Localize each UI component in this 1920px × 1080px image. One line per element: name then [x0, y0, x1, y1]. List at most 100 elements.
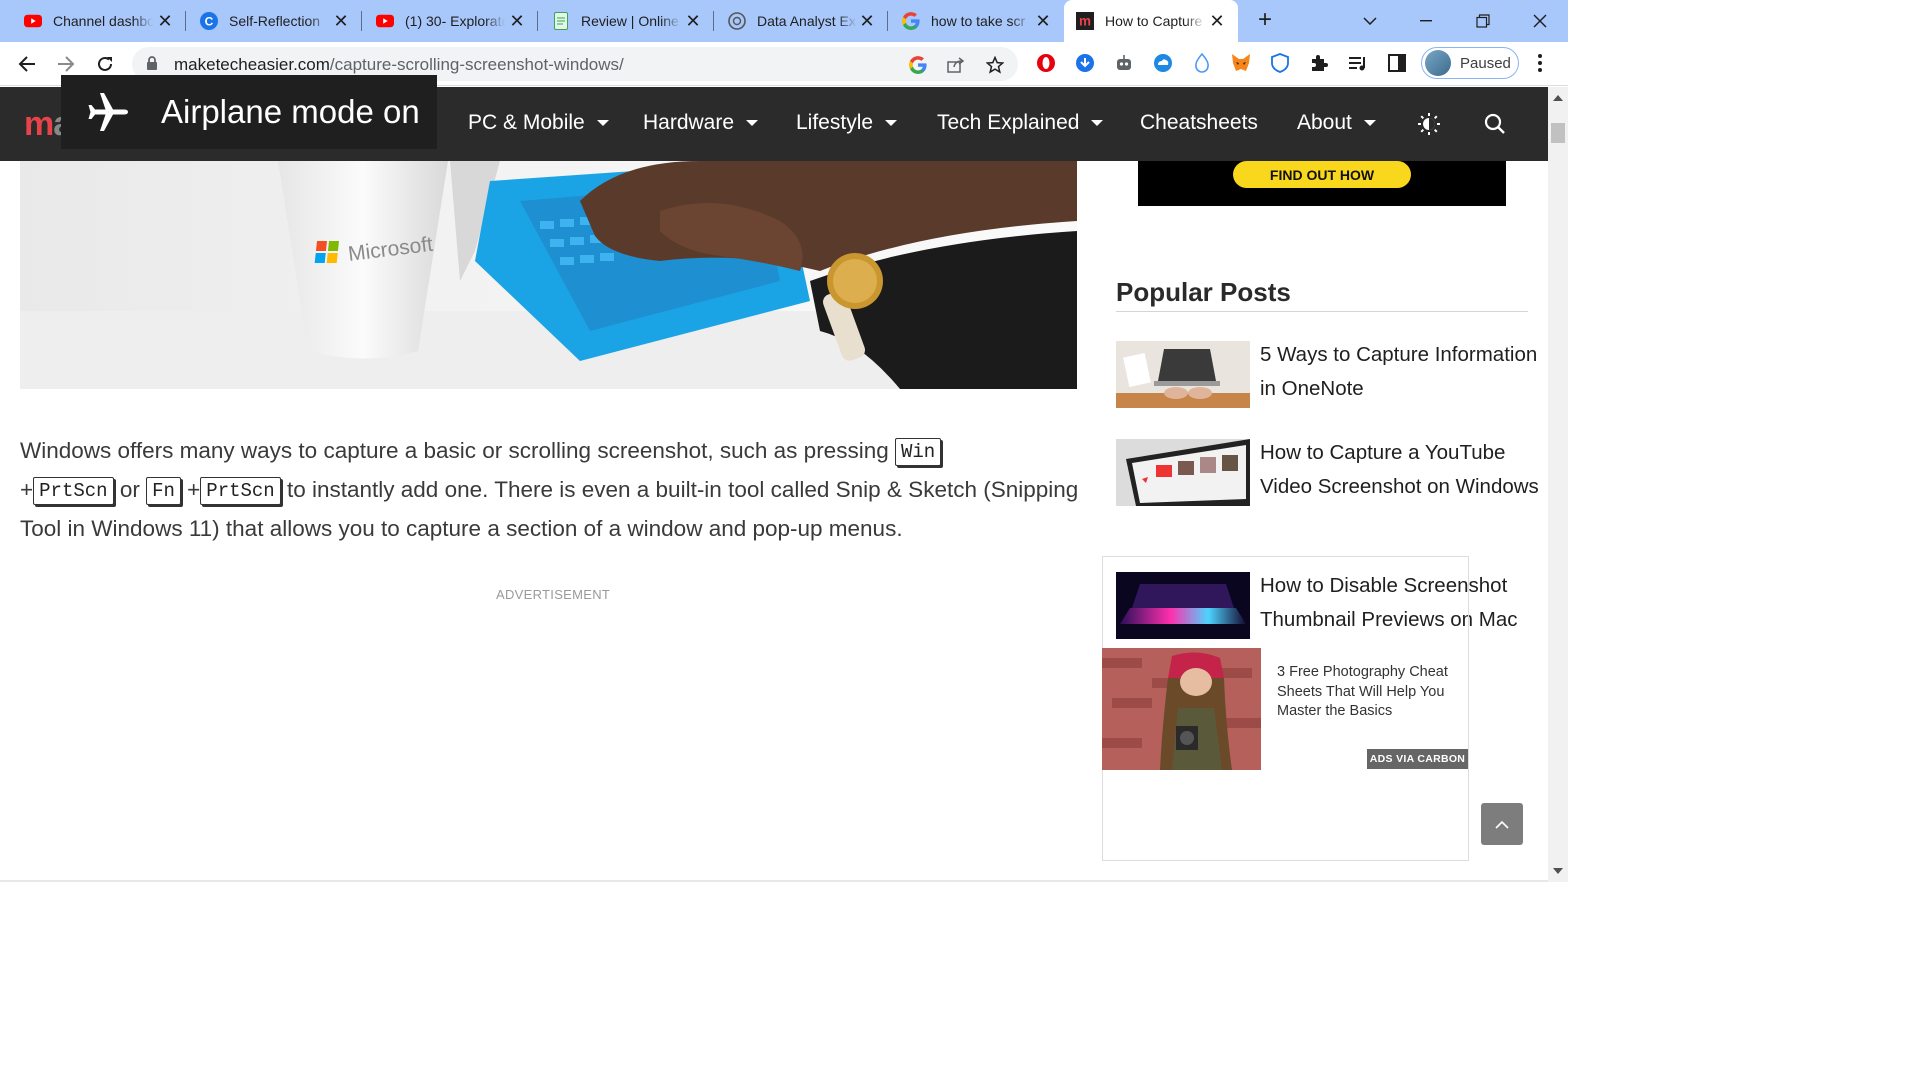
- dark-mode-toggle-icon[interactable]: [1417, 112, 1441, 136]
- shield-ext-icon[interactable]: [1269, 52, 1291, 74]
- close-window-icon[interactable]: [1512, 0, 1568, 42]
- close-tab-icon[interactable]: ✕: [1034, 12, 1052, 30]
- google-icon: [902, 12, 920, 30]
- nav-about[interactable]: About: [1297, 111, 1376, 135]
- google-lens-icon[interactable]: [908, 55, 928, 75]
- svg-text:C: C: [205, 15, 214, 29]
- scroll-down-arrow-icon[interactable]: [1553, 868, 1563, 874]
- side-panel-icon[interactable]: [1386, 52, 1408, 74]
- or-text: or: [113, 477, 147, 502]
- chrome-menu-icon[interactable]: [1530, 52, 1550, 74]
- opera-ext-icon[interactable]: [1035, 52, 1057, 74]
- close-tab-icon[interactable]: ✕: [156, 12, 174, 30]
- find-out-how-button[interactable]: FIND OUT HOW: [1233, 161, 1411, 188]
- robot-ext-icon[interactable]: [1113, 52, 1135, 74]
- post-title[interactable]: 5 Ways to Capture Information in OneNote: [1260, 338, 1540, 406]
- search-icon[interactable]: [1483, 112, 1507, 136]
- tab-title: How to Capture: [1105, 13, 1203, 29]
- page-scrollbar[interactable]: [1548, 87, 1568, 882]
- mte-icon: m: [1076, 12, 1094, 30]
- post-title[interactable]: How to Capture a YouTube Video Screensho…: [1260, 436, 1540, 504]
- tab-title: how to take scr: [931, 13, 1026, 29]
- key-prtscn: PrtScn: [33, 477, 114, 505]
- media-queue-icon[interactable]: [1347, 52, 1369, 74]
- svg-text:m: m: [1079, 14, 1091, 29]
- bookmark-star-icon[interactable]: [985, 55, 1005, 75]
- extensions-puzzle-icon[interactable]: [1308, 52, 1330, 74]
- back-to-top-button[interactable]: [1481, 803, 1523, 845]
- share-icon[interactable]: [946, 55, 966, 75]
- article-paragraph: Windows offers many ways to capture a ba…: [20, 431, 1080, 548]
- nav-cheatsheets[interactable]: Cheatsheets: [1140, 111, 1258, 135]
- chatgpt-icon: [728, 12, 746, 30]
- scrollbar-thumb[interactable]: [1551, 123, 1565, 143]
- carbon-ad-image[interactable]: [1102, 648, 1261, 770]
- nav-pc-mobile[interactable]: PC & Mobile: [468, 111, 609, 135]
- reload-icon[interactable]: [91, 50, 119, 78]
- tab-search-icon[interactable]: [1342, 0, 1398, 42]
- cloud-ext-icon[interactable]: [1152, 52, 1174, 74]
- nav-label: Lifestyle: [796, 111, 874, 134]
- bottom-edge: [0, 880, 1548, 882]
- tab-channel-dashboard[interactable]: Channel dashboard ✕: [0, 0, 186, 42]
- plus-sign: +: [20, 477, 34, 502]
- youtube-icon: [24, 12, 42, 30]
- nav-label: Hardware: [643, 111, 735, 134]
- close-tab-icon[interactable]: ✕: [1208, 12, 1226, 30]
- nav-label: Cheatsheets: [1140, 111, 1258, 134]
- nav-hardware[interactable]: Hardware: [643, 111, 759, 135]
- post-thumbnail[interactable]: [1116, 439, 1250, 506]
- nav-lifestyle[interactable]: Lifestyle: [796, 111, 898, 135]
- close-tab-icon[interactable]: ✕: [332, 12, 350, 30]
- tab-review-online[interactable]: Review | Online ✕: [538, 0, 714, 42]
- tab-how-to-capture[interactable]: m How to Capture ✕: [1064, 0, 1238, 42]
- post-thumbnail[interactable]: [1116, 341, 1250, 408]
- chevron-up-icon: [1495, 820, 1509, 829]
- minimize-icon[interactable]: [1398, 0, 1454, 42]
- carbon-ad-text[interactable]: 3 Free Photography Cheat Sheets That Wil…: [1277, 663, 1462, 722]
- caret-down-icon: [885, 120, 898, 126]
- close-tab-icon[interactable]: ✕: [858, 12, 876, 30]
- nav-label: About: [1297, 111, 1352, 134]
- popular-posts-heading: Popular Posts: [1116, 277, 1291, 307]
- paragraph-text: Windows offers many ways to capture a ba…: [20, 438, 895, 463]
- restore-icon[interactable]: [1455, 0, 1511, 42]
- caret-down-icon: [1363, 120, 1376, 126]
- close-tab-icon[interactable]: ✕: [684, 12, 702, 30]
- sidebar-top-ad[interactable]: FIND OUT HOW: [1138, 161, 1506, 206]
- close-tab-icon[interactable]: ✕: [508, 12, 526, 30]
- caret-down-icon: [596, 120, 609, 126]
- profile-button[interactable]: Paused: [1421, 47, 1519, 79]
- metamask-ext-icon[interactable]: [1230, 52, 1252, 74]
- new-tab-icon[interactable]: +: [1252, 8, 1278, 34]
- droplet-ext-icon[interactable]: [1191, 52, 1213, 74]
- article-hero-image: Microsoft: [20, 161, 1077, 389]
- advertisement-label: ADVERTISEMENT: [496, 587, 611, 602]
- tab-exploratory[interactable]: (1) 30- Exploratory ✕: [362, 0, 538, 42]
- tab-title: (1) 30- Exploratory: [405, 13, 505, 29]
- c-logo-icon: C: [200, 12, 218, 30]
- plus-sign: +: [187, 477, 201, 502]
- back-icon[interactable]: [13, 50, 41, 78]
- key-fn: Fn: [146, 477, 181, 505]
- tab-title: Data Analyst Ex: [757, 13, 856, 29]
- download-ext-icon[interactable]: [1074, 52, 1096, 74]
- scroll-up-arrow-icon[interactable]: [1553, 95, 1563, 101]
- youtube-icon: [376, 12, 394, 30]
- url-domain: maketecheasier.com: [174, 55, 330, 74]
- tab-title: Self-Reflection: [229, 13, 321, 29]
- nav-label: Tech Explained: [937, 111, 1080, 134]
- caret-down-icon: [1091, 120, 1104, 126]
- tab-self-reflection[interactable]: C Self-Reflection ✕: [186, 0, 362, 42]
- tab-data-analyst[interactable]: Data Analyst Ex ✕: [714, 0, 888, 42]
- airplane-mode-toast: Airplane mode on: [61, 75, 437, 149]
- nav-tech-explained[interactable]: Tech Explained: [937, 111, 1104, 135]
- forward-icon[interactable]: [52, 50, 80, 78]
- tab-google-search[interactable]: how to take scr ✕: [888, 0, 1064, 42]
- url-text: maketecheasier.com/capture-scrolling-scr…: [174, 55, 624, 75]
- key-win: Win: [894, 438, 942, 466]
- caret-down-icon: [746, 120, 759, 126]
- ads-via-carbon-badge[interactable]: ADS VIA CARBON: [1367, 749, 1468, 769]
- lock-icon[interactable]: [146, 56, 158, 76]
- airplane-icon: [88, 93, 128, 131]
